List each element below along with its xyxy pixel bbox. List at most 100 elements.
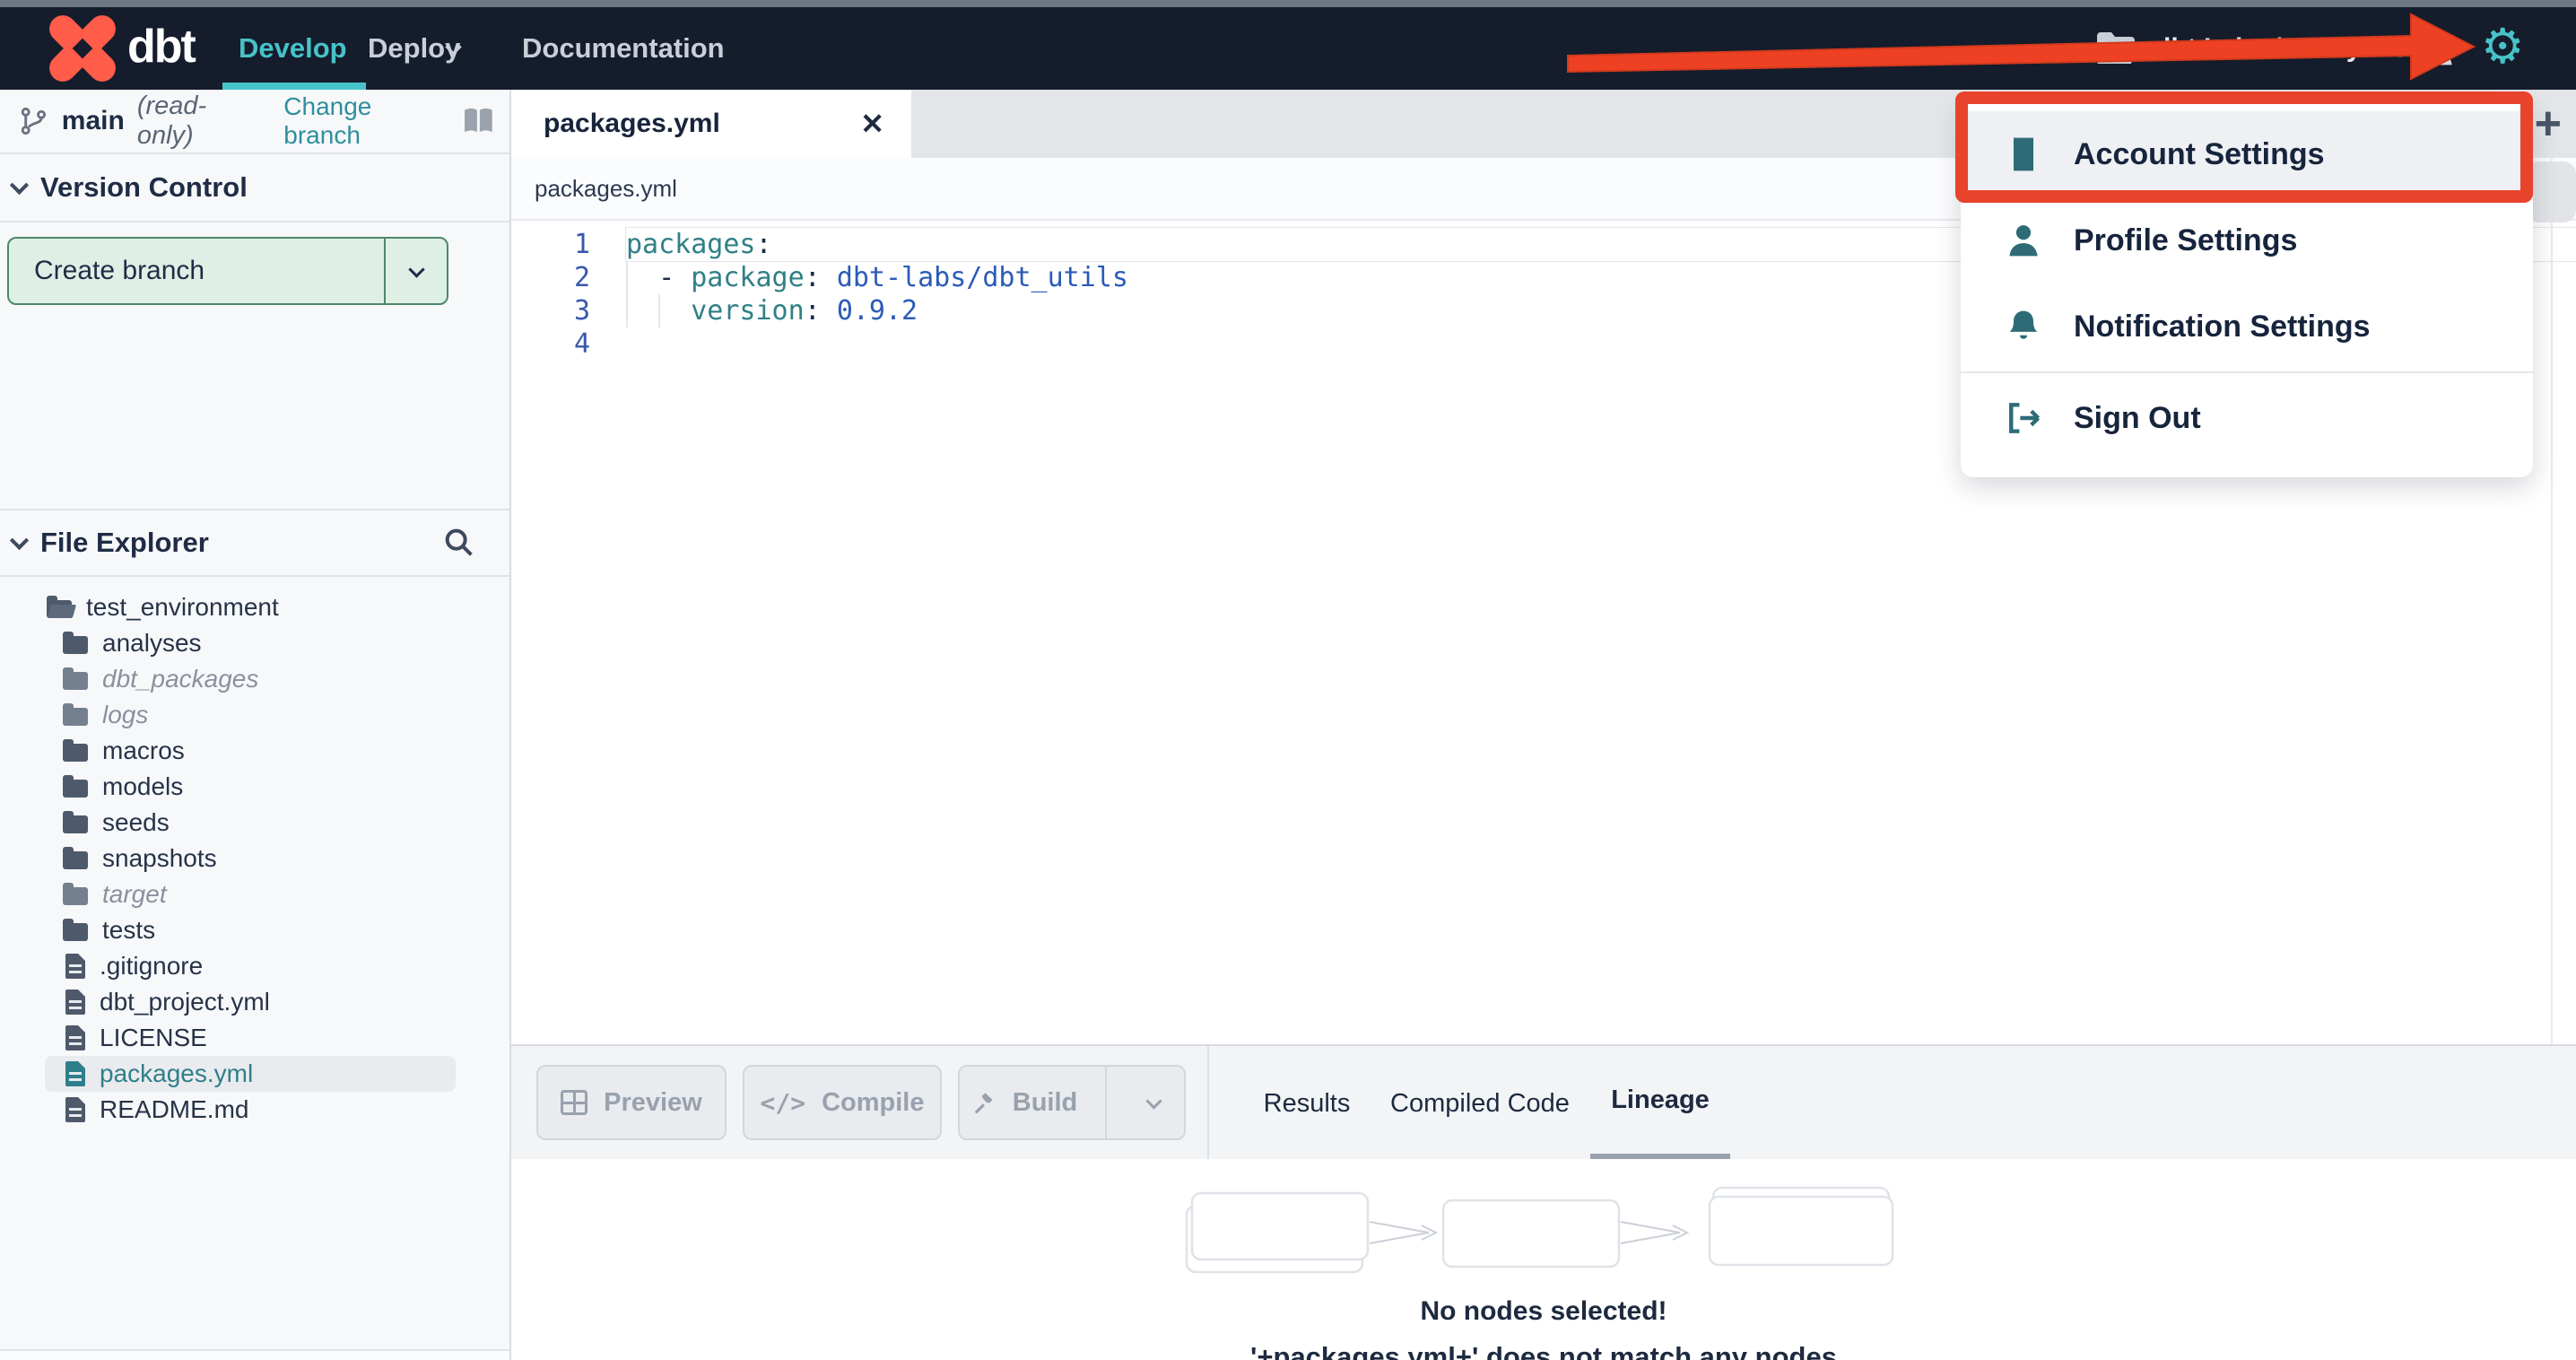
bell-icon bbox=[2009, 310, 2038, 339]
branch-row: main (read-only) Change branch bbox=[0, 90, 509, 154]
tab-label: packages.yml bbox=[544, 109, 720, 138]
tree-item-test-environment[interactable]: test_environment bbox=[0, 589, 509, 625]
tree-item-gitignore[interactable]: .gitignore bbox=[0, 948, 509, 984]
sign-out-icon bbox=[2009, 403, 2041, 433]
menu-divider bbox=[1961, 371, 2533, 373]
chevron-down-icon bbox=[9, 530, 30, 550]
sidebar-bottom-strip bbox=[0, 1349, 509, 1360]
branch-name: main bbox=[61, 106, 125, 135]
account-project-label: dbt Labs / Analytics bbox=[2154, 33, 2408, 63]
top-nav: dbt Develop Deploy Documentation dbt Lab… bbox=[0, 7, 2576, 90]
tree-item-seeds[interactable]: seeds bbox=[0, 805, 509, 841]
create-branch-dropdown[interactable] bbox=[386, 260, 447, 278]
tree-item-models[interactable]: models bbox=[0, 769, 509, 805]
tree-item-logs[interactable]: logs bbox=[0, 697, 509, 733]
chevron-down-icon bbox=[9, 175, 30, 195]
file-icon bbox=[65, 1025, 85, 1051]
tab-lineage[interactable]: Lineage bbox=[1590, 1046, 1730, 1161]
lineage-panel: No nodes selected! '+packages.yml+' does… bbox=[511, 1159, 2576, 1360]
version-control-header[interactable]: Version Control bbox=[0, 154, 509, 222]
compile-label: Compile bbox=[822, 1087, 925, 1117]
folder-icon bbox=[63, 739, 88, 762]
file-explorer-header[interactable]: File Explorer bbox=[0, 509, 509, 577]
indent-guide bbox=[626, 261, 628, 327]
menu-item-sign-out[interactable]: Sign Out bbox=[1961, 375, 2533, 461]
active-nav-underline bbox=[222, 83, 366, 90]
sidebar: main (read-only) Change branch Version C… bbox=[0, 90, 511, 1360]
line-number: 2 bbox=[573, 262, 590, 293]
lineage-skeleton-graph bbox=[1185, 1186, 1894, 1274]
window-top-strip bbox=[0, 0, 2576, 7]
change-branch-link[interactable]: Change branch bbox=[283, 92, 449, 150]
bottom-toolbar: Preview </> Compile Build Results Compil… bbox=[511, 1044, 2576, 1161]
tab-packages-yml[interactable]: packages.yml ✕ bbox=[511, 90, 911, 158]
search-icon[interactable] bbox=[441, 525, 477, 561]
account-project-selector[interactable]: dbt Labs / Analytics bbox=[2095, 7, 2407, 90]
editor-scrollbar-track[interactable] bbox=[2551, 158, 2553, 1134]
tabbar-scroll-pill bbox=[2526, 161, 2576, 222]
user-avatar-icon[interactable] bbox=[2418, 29, 2458, 68]
file-tree: test_environment analyses dbt_packages l… bbox=[0, 577, 509, 1128]
hammer-icon bbox=[974, 1093, 993, 1114]
preview-button[interactable]: Preview bbox=[536, 1065, 727, 1140]
line-number: 4 bbox=[573, 328, 590, 360]
tab-results[interactable]: Results bbox=[1240, 1046, 1374, 1161]
menu-item-notification-settings[interactable]: Notification Settings bbox=[1961, 283, 2533, 370]
line-number: 1 bbox=[573, 229, 590, 260]
nav-item-documentation[interactable]: Documentation bbox=[522, 7, 725, 90]
compile-button[interactable]: </> Compile bbox=[743, 1065, 942, 1140]
file-icon bbox=[65, 1061, 85, 1086]
file-icon bbox=[65, 989, 85, 1015]
brand-text: dbt bbox=[127, 21, 196, 73]
version-control-body: Create branch bbox=[0, 222, 509, 509]
person-icon bbox=[2009, 225, 2038, 257]
dbt-logo-icon bbox=[43, 9, 122, 88]
build-dropdown[interactable] bbox=[1123, 1092, 1184, 1110]
line-number: 3 bbox=[573, 295, 590, 327]
file-explorer-title: File Explorer bbox=[40, 527, 209, 558]
create-branch-button[interactable]: Create branch bbox=[7, 237, 448, 305]
folder-icon bbox=[63, 632, 88, 654]
tree-item-readme-md[interactable]: README.md bbox=[0, 1092, 509, 1128]
folder-icon bbox=[63, 883, 88, 905]
git-branch-icon bbox=[21, 107, 47, 135]
lineage-empty-title: No nodes selected! bbox=[1420, 1296, 1667, 1326]
folder-icon bbox=[63, 847, 88, 869]
build-button-group: Build bbox=[958, 1065, 1186, 1140]
close-icon[interactable]: ✕ bbox=[860, 107, 884, 141]
folder-icon bbox=[63, 775, 88, 798]
tree-item-dbt-packages[interactable]: dbt_packages bbox=[0, 661, 509, 697]
version-control-title: Version Control bbox=[40, 171, 248, 203]
account-dropdown-menu: Account Settings Profile Settings Notifi… bbox=[1961, 99, 2533, 477]
nav-item-develop[interactable]: Develop bbox=[239, 7, 347, 90]
menu-item-account-settings[interactable]: Account Settings bbox=[1961, 111, 2533, 197]
folder-icon bbox=[2097, 32, 2137, 64]
tree-item-snapshots[interactable]: snapshots bbox=[0, 841, 509, 876]
file-icon bbox=[65, 954, 85, 979]
docs-book-icon[interactable] bbox=[462, 106, 495, 136]
code-icon: </> bbox=[760, 1087, 806, 1118]
tree-item-packages-yml[interactable]: packages.yml bbox=[45, 1056, 456, 1092]
branch-mode: (read-only) bbox=[136, 92, 207, 150]
tree-item-target[interactable]: target bbox=[0, 876, 509, 912]
toolbar-divider bbox=[1207, 1046, 1209, 1159]
building-icon bbox=[2014, 137, 2033, 171]
tab-compiled-code[interactable]: Compiled Code bbox=[1372, 1046, 1588, 1161]
tree-item-dbt-project-yml[interactable]: dbt_project.yml bbox=[0, 984, 509, 1020]
gear-icon[interactable]: ⚙ bbox=[2481, 7, 2524, 90]
tree-item-license[interactable]: LICENSE bbox=[0, 1020, 509, 1056]
new-tab-plus-icon[interactable]: + bbox=[2535, 97, 2562, 151]
folder-icon bbox=[63, 703, 88, 726]
lineage-empty-subtitle: '+packages.yml+' does not match any node… bbox=[1250, 1341, 1837, 1360]
build-label: Build bbox=[1012, 1087, 1078, 1117]
folder-icon bbox=[63, 919, 88, 941]
preview-label: Preview bbox=[604, 1087, 702, 1117]
menu-item-profile-settings[interactable]: Profile Settings bbox=[1961, 197, 2533, 283]
create-branch-label: Create branch bbox=[34, 256, 205, 285]
tree-item-analyses[interactable]: analyses bbox=[0, 625, 509, 661]
tree-item-macros[interactable]: macros bbox=[0, 733, 509, 769]
tree-item-tests[interactable]: tests bbox=[0, 912, 509, 948]
build-button[interactable]: Build bbox=[960, 1088, 1089, 1118]
folder-icon bbox=[63, 811, 88, 833]
indent-guide bbox=[658, 294, 660, 327]
